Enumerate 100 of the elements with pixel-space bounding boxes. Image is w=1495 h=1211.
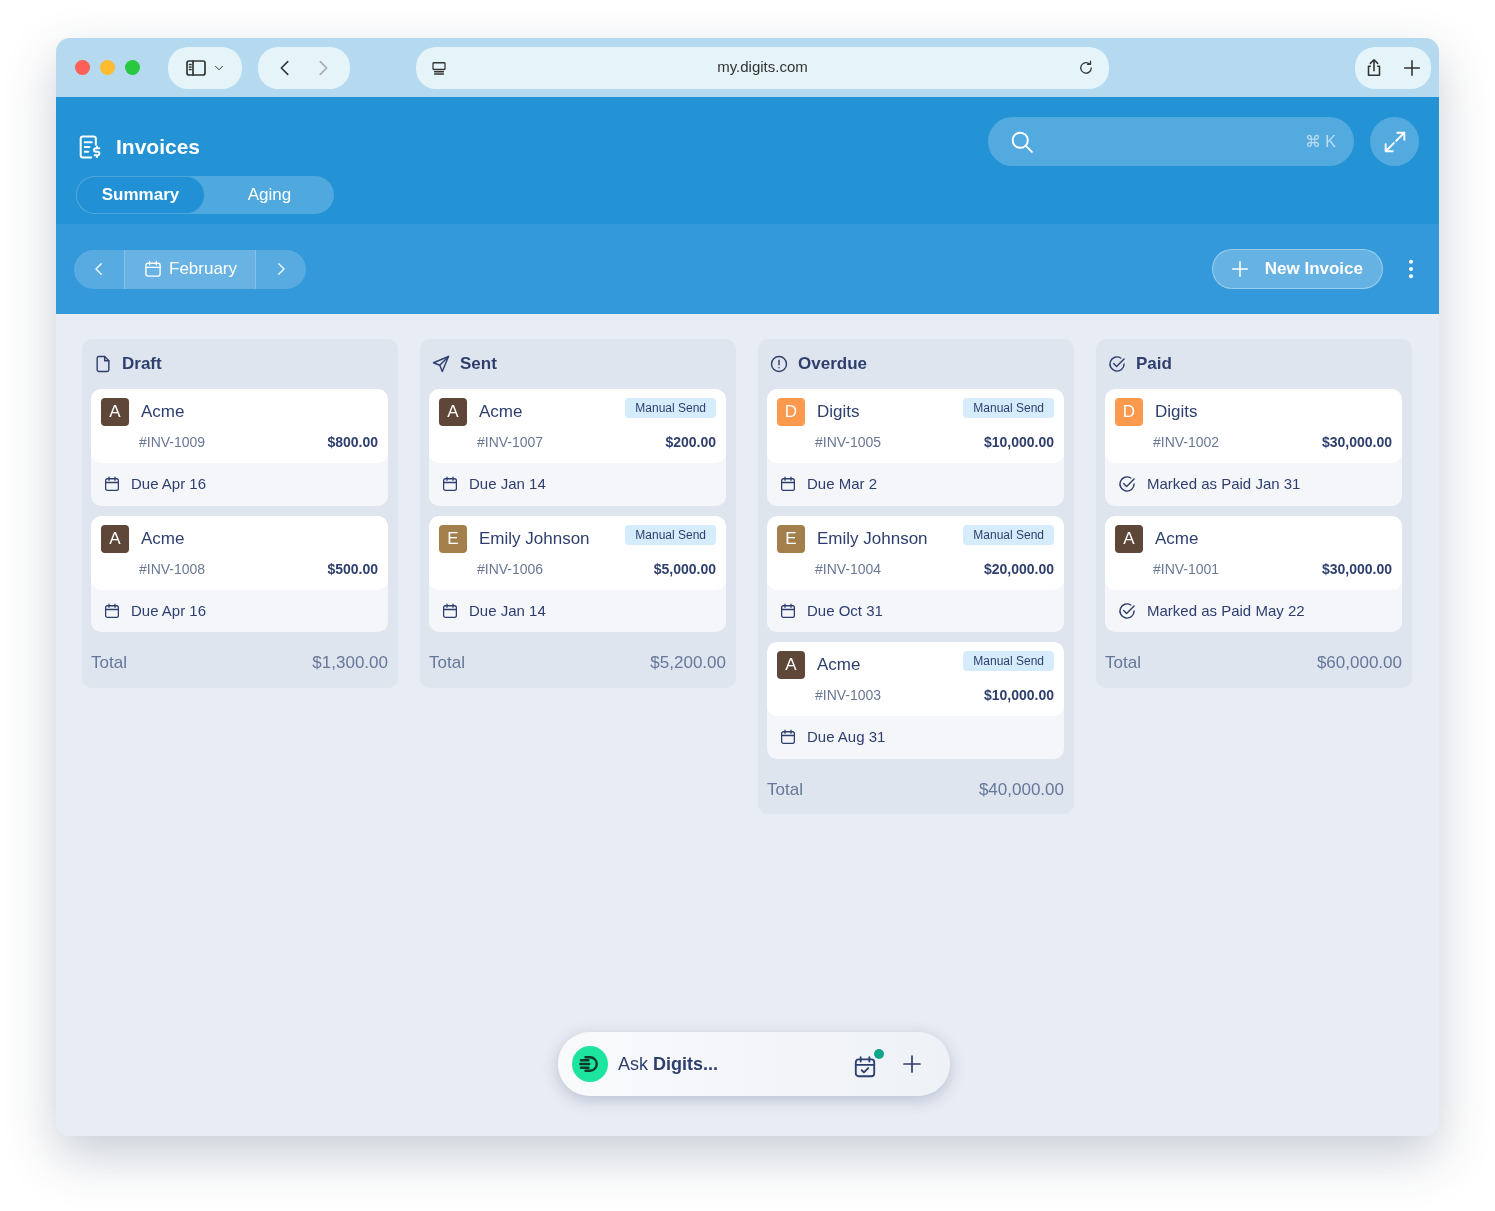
check-circle-icon	[1117, 600, 1137, 621]
total-amount: $1,300.00	[312, 652, 388, 674]
check-circle-icon	[1117, 474, 1137, 495]
total-label: Total	[1105, 652, 1141, 674]
assistant-prompt[interactable]: Ask Digits...	[618, 1050, 719, 1078]
avatar: D	[1115, 398, 1143, 426]
avatar: A	[1115, 524, 1143, 553]
total-label: Total	[91, 652, 127, 674]
paper-plane-icon	[431, 354, 451, 374]
calendar-icon	[441, 475, 459, 494]
invoice-amount: $5,000.00	[653, 559, 716, 579]
column-title: Paid	[1136, 353, 1172, 376]
invoice-amount: $200.00	[665, 433, 716, 452]
check-circle-icon	[1107, 354, 1127, 374]
expand-button[interactable]	[1370, 117, 1419, 166]
avatar: A	[101, 524, 129, 553]
invoice-card[interactable]: A Acme Manual Send #INV-1003 $10,000.00 Due Aug 31	[767, 642, 1064, 759]
total-label: Total	[767, 778, 803, 801]
avatar: A	[101, 398, 129, 426]
invoice-number: #INV-1009	[139, 433, 206, 452]
customer-name: Acme	[479, 401, 523, 424]
calendar-icon	[779, 475, 797, 494]
calendar-icon	[103, 601, 121, 620]
avatar: E	[439, 524, 467, 553]
invoice-number: #INV-1004	[815, 559, 882, 579]
more-icon[interactable]	[1407, 258, 1415, 280]
invoice-card[interactable]: A Acme #INV-1008 $500.00 Due Apr 16	[91, 515, 388, 632]
invoice-number: #INV-1001	[1153, 559, 1220, 579]
invoice-amount: $500.00	[327, 559, 378, 579]
invoice-card[interactable]: A Acme #INV-1001 $30,000.00 Marked as Paid May 22	[1105, 515, 1402, 632]
sidebar-button[interactable]	[168, 46, 242, 89]
invoice-amount: $30,000.00	[1321, 433, 1392, 452]
calendar-icon	[779, 728, 797, 747]
invoice-number: #INV-1007	[477, 433, 544, 452]
invoice-amount: $10,000.00	[983, 433, 1054, 452]
column-title: Draft	[122, 353, 162, 376]
status-tag: Manual Send	[625, 398, 716, 418]
invoice-card[interactable]: D Digits #INV-1002 $30,000.00 Marked as Paid Jan 31	[1105, 389, 1402, 506]
invoice-amount: $20,000.00	[983, 559, 1054, 579]
calendar-check-icon	[852, 1053, 878, 1080]
due-date: Due Oct 31	[807, 600, 883, 621]
customer-name: Digits	[817, 401, 860, 424]
invoice-amount: $30,000.00	[1321, 559, 1392, 579]
invoice-number: #INV-1003	[815, 686, 882, 705]
total-amount: $40,000.00	[978, 778, 1064, 801]
customer-name: Acme	[1155, 527, 1199, 550]
customer-name: Acme	[817, 654, 861, 677]
avatar: A	[439, 398, 467, 426]
close-light[interactable]	[75, 60, 90, 75]
invoice-number: #INV-1002	[1153, 433, 1220, 452]
column-title: Sent	[460, 353, 497, 376]
due-date: Due Apr 16	[131, 600, 207, 621]
exclamation-circle-icon	[769, 354, 789, 374]
due-date: Due Aug 31	[807, 727, 886, 747]
assistant-bar[interactable]: Ask Digits...	[558, 1032, 950, 1096]
customer-name: Digits	[1155, 401, 1198, 424]
calendar-button[interactable]	[852, 1048, 884, 1080]
due-date: Due Mar 2	[807, 474, 878, 494]
due-date: Due Apr 16	[131, 474, 207, 494]
status-tag: Manual Send	[963, 524, 1054, 545]
url-text: my.digits.com	[717, 57, 808, 78]
invoice-amount: $10,000.00	[983, 686, 1054, 705]
avatar: D	[777, 398, 805, 426]
page-title: Invoices	[116, 133, 201, 160]
invoice-amount: $800.00	[327, 433, 378, 452]
invoice-number: #INV-1005	[815, 433, 882, 452]
total-amount: $5,200.00	[650, 652, 726, 674]
status-tag: Manual Send	[963, 651, 1054, 671]
customer-name: Emily Johnson	[817, 527, 928, 550]
paid-date: Marked as Paid May 22	[1147, 600, 1305, 621]
calendar-icon	[103, 475, 121, 494]
invoice-number: #INV-1006	[477, 559, 544, 579]
due-date: Due Jan 14	[469, 600, 546, 621]
avatar: E	[777, 524, 805, 553]
calendar-icon	[143, 259, 163, 279]
shortcut-hint: ⌘ K	[1304, 131, 1336, 152]
invoice-number: #INV-1008	[139, 559, 206, 579]
avatar: A	[777, 651, 805, 679]
reload-icon	[1077, 58, 1095, 77]
invoice-card[interactable]: E Emily Johnson Manual Send #INV-1004 $20,000.00 Due Oct 31	[767, 515, 1064, 632]
customer-name: Acme	[141, 401, 185, 424]
customer-name: Emily Johnson	[479, 527, 590, 550]
column-title: Overdue	[798, 353, 867, 376]
address-bar[interactable]: my.digits.com	[416, 46, 1109, 89]
assistant-logo-icon	[572, 1046, 608, 1082]
invoice-card[interactable]: E Emily Johnson Manual Send #INV-1006 $5,000.00 Due Jan 14	[429, 515, 726, 632]
due-date: Due Jan 14	[469, 474, 546, 494]
invoice-card[interactable]: D Digits Manual Send #INV-1005 $10,000.00 Due Mar 2	[767, 389, 1064, 506]
calendar-icon	[779, 601, 797, 620]
total-label: Total	[429, 652, 465, 674]
plus-icon[interactable]	[900, 1052, 924, 1076]
status-tag: Manual Send	[625, 524, 716, 545]
status-tag: Manual Send	[963, 398, 1054, 418]
invoice-card[interactable]: A Acme Manual Send #INV-1007 $200.00 Due Jan 14	[429, 389, 726, 506]
total-amount: $60,000.00	[1316, 652, 1402, 674]
paid-date: Marked as Paid Jan 31	[1147, 474, 1301, 494]
customer-name: Acme	[141, 527, 185, 550]
invoice-card[interactable]: A Acme #INV-1009 $800.00 Due Apr 16	[91, 389, 388, 506]
calendar-icon	[441, 601, 459, 620]
document-icon	[93, 354, 113, 374]
